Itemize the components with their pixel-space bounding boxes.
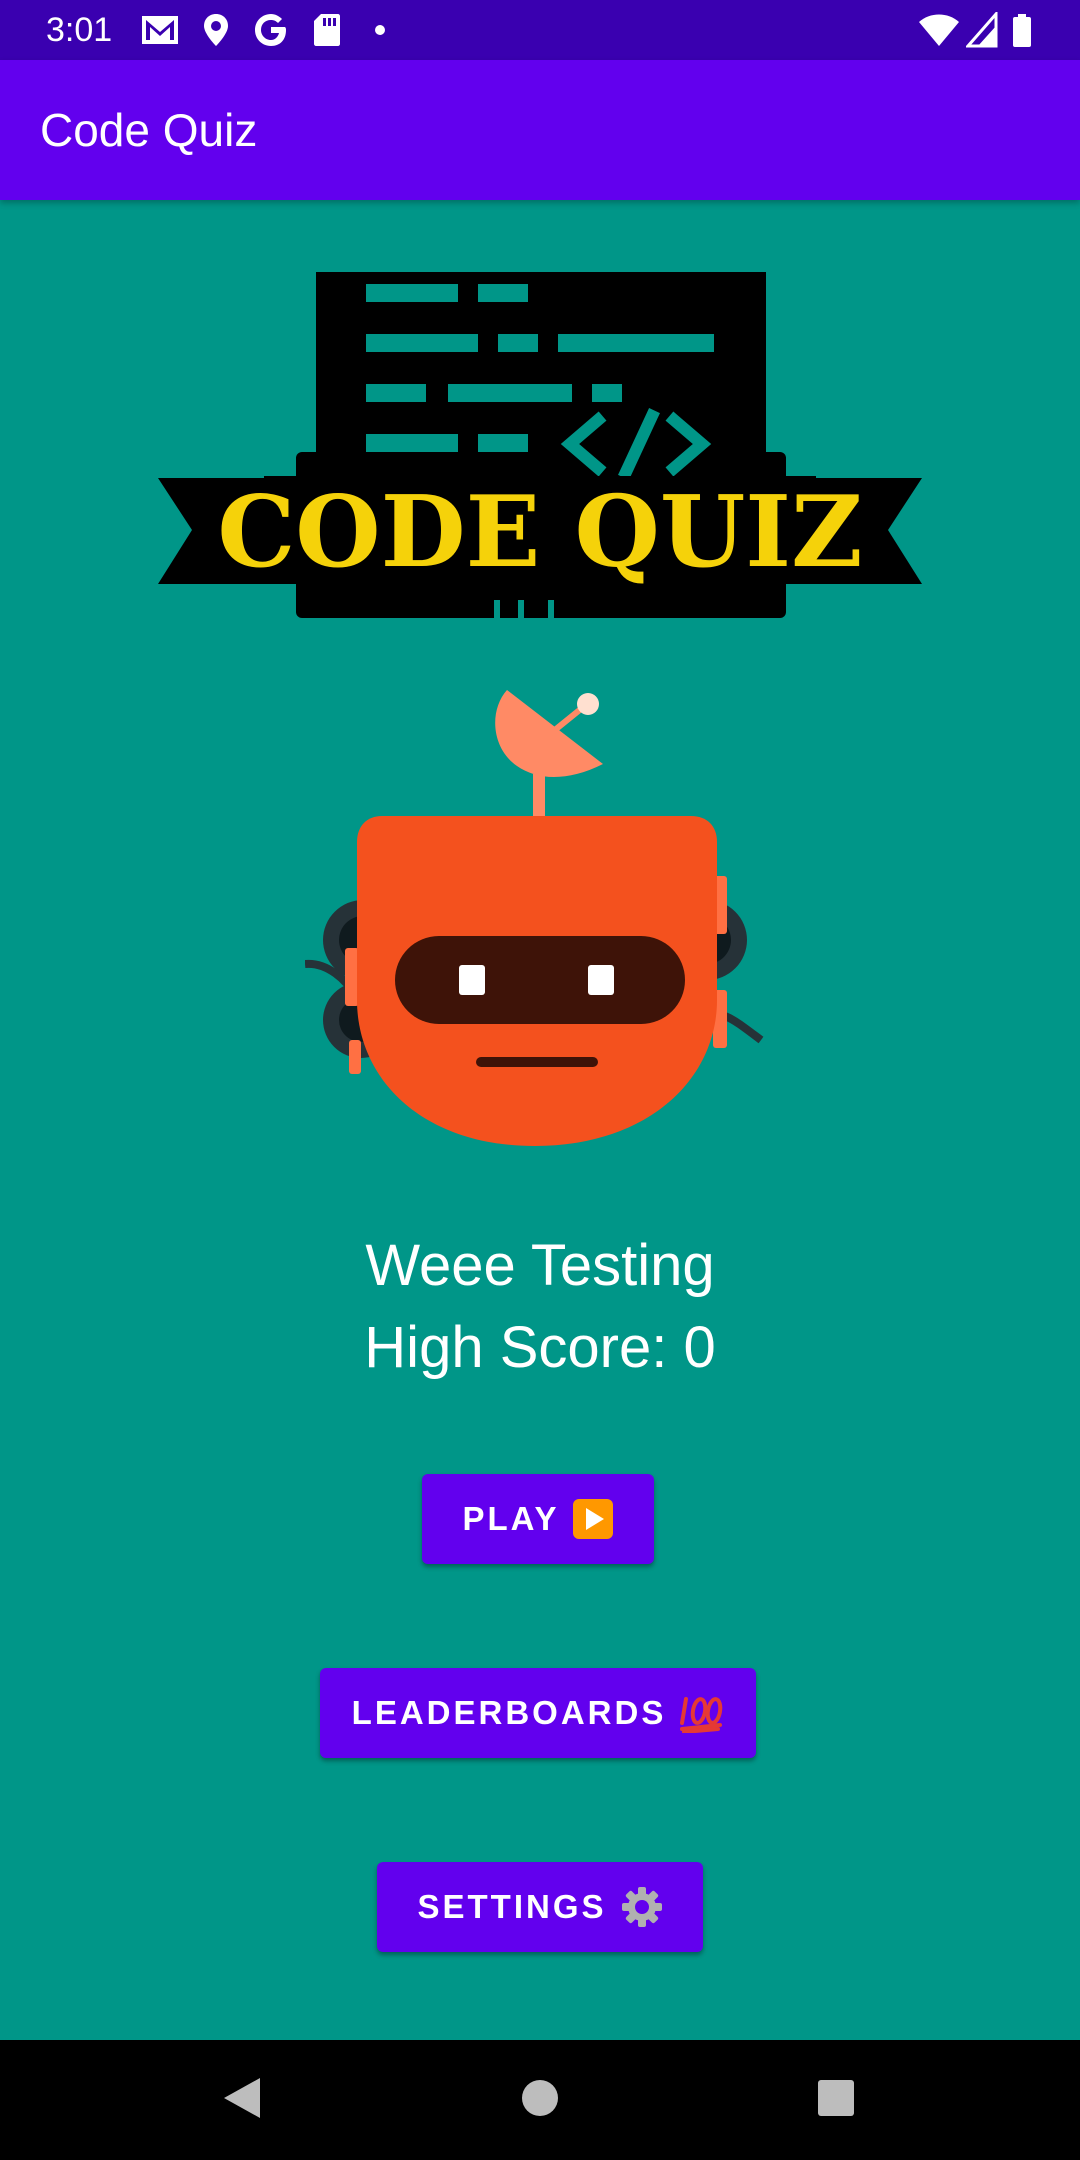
hundred-points-icon [680,1697,723,1733]
recents-icon[interactable] [814,2074,858,2122]
settings-button[interactable]: SETTINGS [377,1862,703,1952]
high-score-label: High Score: 0 [364,1315,716,1380]
logo-text: CODE QUIZ [217,475,862,590]
google-g-icon [255,14,286,46]
code-quiz-logo: CODE QUIZ [158,272,922,618]
robot-mascot [305,690,764,1146]
gmail-icon [142,16,178,44]
status-time: 3:01 [46,11,113,49]
navigation-bar [0,2040,1080,2160]
cellular-signal-icon [966,12,998,48]
leaderboards-button[interactable]: LEADERBOARDS [320,1668,756,1758]
leaderboards-button-label: LEADERBOARDS [351,1694,667,1731]
gear-icon [621,1887,662,1927]
dot-icon [375,25,385,35]
play-button-label: PLAY [462,1500,560,1537]
home-icon[interactable] [518,2074,562,2122]
battery-icon [1013,14,1031,47]
play-button[interactable]: PLAY [422,1474,654,1564]
location-pin-icon [204,14,228,46]
status-bar: 3:01 [0,0,1080,60]
wifi-icon [919,14,959,46]
settings-button-label: SETTINGS [417,1888,607,1925]
username-label: Weee Testing [365,1233,715,1298]
app-title: Code Quiz [40,104,258,156]
sd-card-icon [314,14,340,46]
play-icon [573,1499,614,1539]
app-bar: Code Quiz [0,60,1080,200]
back-icon[interactable] [220,2074,264,2122]
